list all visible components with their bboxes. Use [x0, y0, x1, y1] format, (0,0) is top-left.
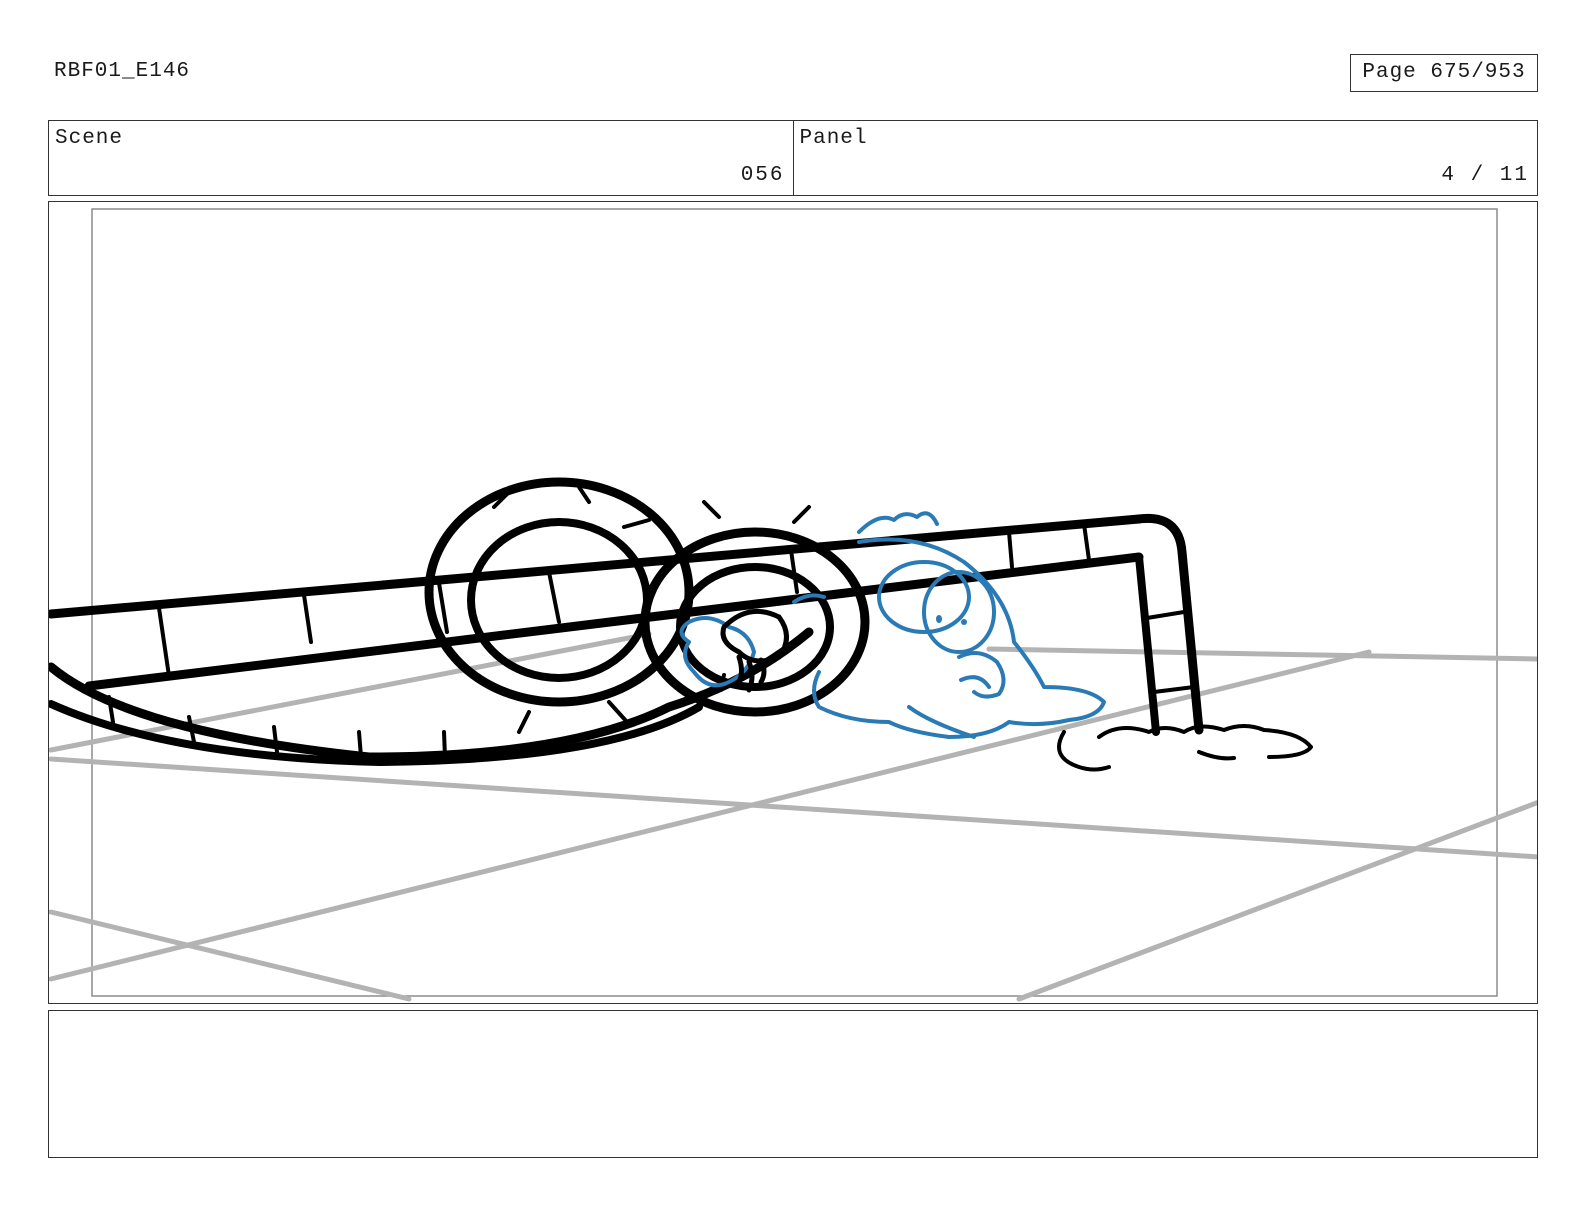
- floor-grid: [49, 631, 1537, 1002]
- character-sketch: [679, 511, 1106, 739]
- pipe-illustration: [49, 477, 1313, 772]
- panel-label: Panel: [799, 127, 868, 150]
- scene-label: Scene: [55, 127, 124, 150]
- storyboard-frame: [48, 201, 1538, 1004]
- panel-number: 4 / 11: [1441, 164, 1529, 187]
- document-id: RBF01_E146: [54, 60, 191, 83]
- storyboard-drawing: [49, 208, 1537, 1002]
- scene-cell: Scene 056: [49, 121, 793, 195]
- scene-number: 056: [740, 164, 785, 187]
- notes-area: [48, 1010, 1538, 1158]
- page-counter: Page 675/953: [1350, 54, 1538, 92]
- panel-cell: Panel 4 / 11: [792, 121, 1538, 195]
- scene-panel-row: Scene 056 Panel 4 / 11: [48, 120, 1538, 196]
